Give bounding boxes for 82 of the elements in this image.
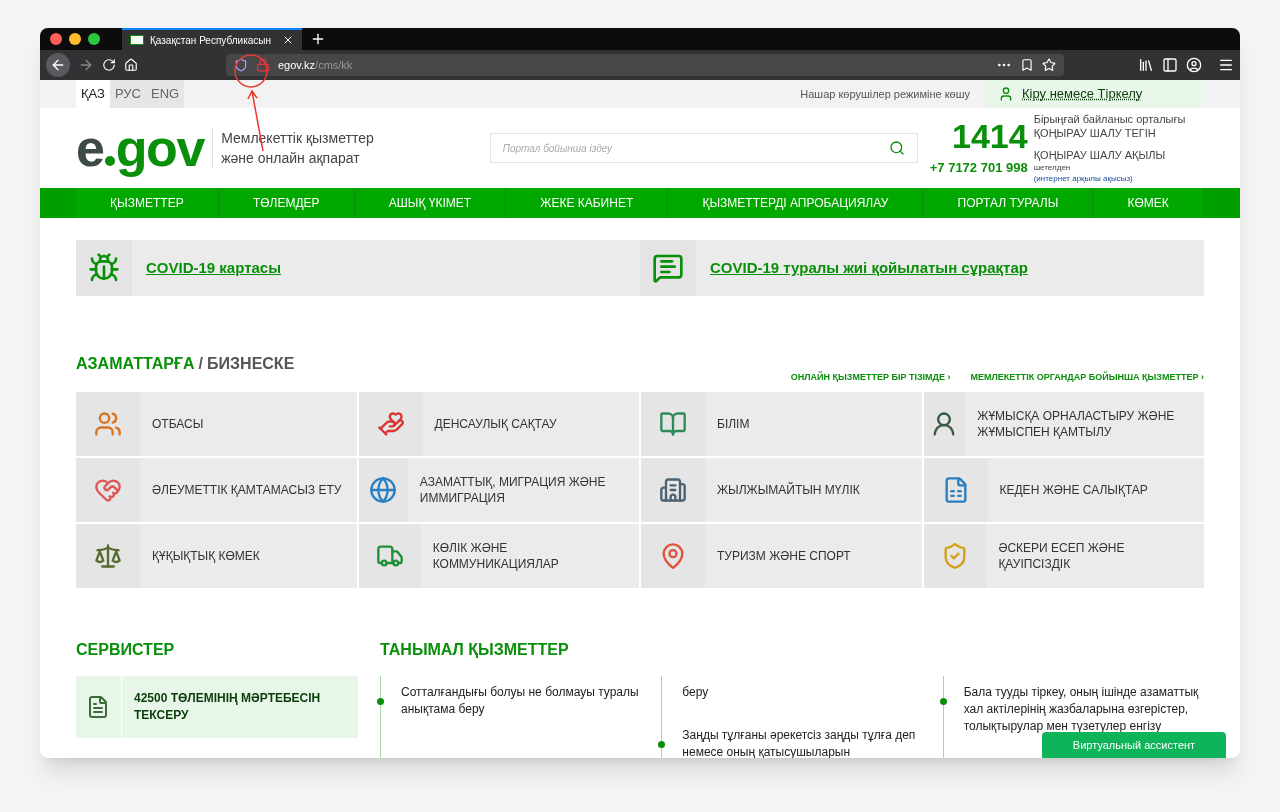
tab-separator: / [198,354,204,374]
url-text: egov.kz/cms/kk [278,57,353,73]
covid-link[interactable]: COVID-19 картасы [146,256,281,280]
reload-icon[interactable] [102,58,116,72]
address-bar[interactable]: egov.kz/cms/kk [226,54,1064,76]
audience-tab[interactable]: БИЗНЕСКЕ [207,352,295,376]
category-tile[interactable]: ОТБАСЫ [76,392,357,456]
category-tile[interactable]: ЖҰМЫСҚА ОРНАЛАСТЫРУ ЖӘНЕ ЖҰМЫСПЕН ҚАМТЫЛУ [923,392,1204,456]
hotline-caption: ҚОҢЫРАУ ШАЛУ ТЕГІН [1033,126,1157,140]
category-label: ДЕНСАУЛЫҚ САҚТАУ [434,416,557,432]
section-link[interactable]: ОНЛАЙН ҚЫЗМЕТТЕР БІР ТІЗІМДЕ › [790,370,951,384]
category-label: БІЛІМ [717,416,750,432]
category-label: АЗАМАТТЫҚ, МИГРАЦИЯ ЖӘНЕ ИММИГРАЦИЯ [419,474,607,506]
category-tile[interactable]: ҚҰҚЫҚТЫҚ КӨМЕК [76,524,357,588]
helping-hands-icon [376,410,405,438]
library-icon[interactable] [1138,57,1154,73]
accessibility-link[interactable]: Нашар көрушілер режиміне көшу [800,85,970,103]
category-tile[interactable]: КЕДЕН ЖӘНЕ САЛЫҚТАР [923,458,1204,522]
home-icon[interactable] [124,58,138,72]
account-icon[interactable] [1186,57,1202,73]
services-heading: СЕРВИСТЕР [76,641,175,658]
section-link[interactable]: МЕМЛЕКЕТТІК ОРГАНДАР БОЙЫНША ҚЫЗМЕТТЕР › [970,370,1204,384]
language-option[interactable]: РУС [109,80,146,108]
minimize-window-button[interactable] [69,33,81,45]
language-option[interactable]: ENG [146,80,185,108]
popular-service-link[interactable]: Заңды тұлғаны әрекетсіз заңды тұлға деп немесе оның қатысушыларын [682,727,923,758]
category-label: ОТБАСЫ [152,416,204,432]
category-tile[interactable]: ДЕНСАУЛЫҚ САҚТАУ [358,392,639,456]
category-label: ӘЛЕУМЕТТІК ҚАМТАМАСЫЗ ЕТУ [152,482,342,498]
category-label: КЕДЕН ЖӘНЕ САЛЫҚТАР [999,482,1148,498]
audience-tab[interactable]: АЗАМАТТАРҒА [76,352,195,376]
tagline-line: және онлайн ақпарат [221,149,361,168]
category-tile[interactable]: КӨЛІК ЖӘНЕ КОММУНИКАЦИЯЛАР [358,524,639,588]
category-tile[interactable]: БІЛІМ [641,392,922,456]
category-tile[interactable]: ӘСКЕРИ ЕСЕП ЖӘНЕ ҚАУІПСІЗДІК [923,524,1204,588]
category-label: ЖЫЛЖЫМАЙТЫН МҮЛІК [717,482,860,498]
language-option[interactable]: ҚАЗ [76,80,110,108]
forward-icon[interactable] [78,57,94,73]
user-icon [998,86,1014,102]
building-icon [659,476,687,504]
phone-note: шетелден [1033,162,1072,174]
popular-service-link[interactable]: Бала тууды тіркеу, оның ішінде азаматтық хал актілерінің жазбаларына өзгерістер, толықтырулар мен түзетулер енгізу [963,684,1204,735]
category-tile[interactable]: ӘЛЕУМЕТТІК ҚАМТАМАСЫЗ ЕТУ [76,458,357,522]
tab-title: Қазақстан Республикасын [150,33,272,48]
category-label: ҚҰҚЫҚТЫҚ КӨМЕК [152,548,260,564]
phone-note-link[interactable]: (интернет арқылы ақысыз) [1033,174,1186,184]
category-label: ТУРИЗМ ЖӘНЕ СПОРТ [717,548,851,564]
category-label: ЖҰМЫСҚА ОРНАЛАСТЫРУ ЖӘНЕ ЖҰМЫСПЕН ҚАМТЫЛУ [977,408,1176,440]
covid-link[interactable]: COVID-19 туралы жиі қойылатын сұрақтар [710,256,1028,280]
virus-icon [88,252,120,284]
category-tile[interactable]: ЖЫЛЖЫМАЙТЫН МҮЛІК [641,458,922,522]
zoom-window-button[interactable] [88,33,100,45]
popular-heading: ТАНЫМАЛ ҚЫЗМЕТТЕР [380,641,569,658]
phone-number[interactable]: +7 7172 701 998 [929,158,1028,178]
category-tile[interactable]: ТУРИЗМ ЖӘНЕ СПОРТ [641,524,922,588]
menu-icon[interactable] [1218,57,1234,73]
category-tile[interactable]: АЗАМАТТЫҚ, МИГРАЦИЯ ЖӘНЕ ИММИГРАЦИЯ [358,458,639,522]
close-tab-icon[interactable] [282,34,294,46]
hotline-number[interactable]: 1414 [952,118,1028,155]
close-window-button[interactable] [50,33,62,45]
shield-icon[interactable] [234,58,248,72]
login-panel[interactable]: Кіру немесе Тіркелу [986,80,1204,108]
category-label: КӨЛІК ЖӘНЕ КОММУНИКАЦИЯЛАР [432,540,560,572]
popular-service-link[interactable]: беру [682,684,923,701]
book-icon [659,410,687,438]
back-button[interactable] [46,53,70,77]
family-icon [94,410,122,438]
scales-icon [94,542,122,570]
service-title: 42500 ТӨЛЕМІНІҢ МӘРТЕБЕСІН ТЕКСЕРУ [133,690,322,724]
heart-hands-icon [94,476,122,504]
new-tab-icon[interactable] [310,31,326,47]
sidebar-icon[interactable] [1162,57,1178,73]
star-icon[interactable] [1042,58,1056,72]
search-icon[interactable] [888,140,905,156]
category-label: ӘСКЕРИ ЕСЕП ЖӘНЕ ҚАУІПСІЗДІК [998,540,1126,572]
phone-caption: ҚОҢЫРАУ ШАЛУ АҚЫЛЫ [1033,148,1167,162]
hotline-caption: Бірыңғай байланыс орталығы [1033,112,1186,126]
site-favicon [130,35,144,45]
browser-tab[interactable]: Қазақстан Республикасын [122,28,302,50]
globe-icon [369,476,398,504]
service-card[interactable]: 42500 ТӨЛЕМІНІҢ МӘРТЕБЕСІН ТЕКСЕРУ [76,676,358,738]
popular-service-link[interactable]: Сотталғандығы болуы не болмауы туралы анықтама беру [401,684,642,718]
